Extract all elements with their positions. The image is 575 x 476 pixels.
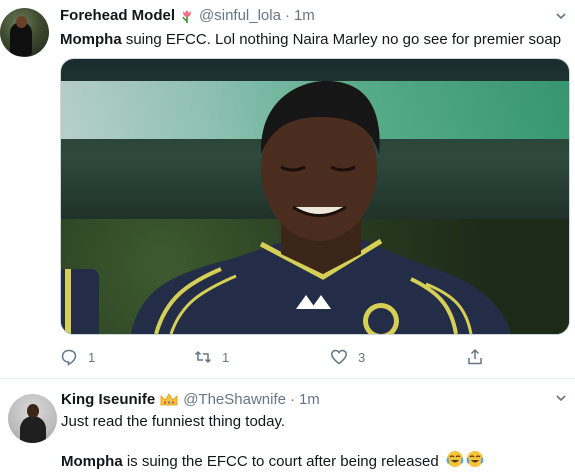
tulip-emoji-icon <box>179 8 195 24</box>
tweet-media-photo[interactable] <box>60 58 570 335</box>
crown-emoji-icon <box>159 392 179 408</box>
mention-word: Mompha <box>61 452 123 470</box>
tweet-text-rest: suing EFCC. Lol nothing Naira Marley no … <box>121 31 562 48</box>
tweet[interactable]: King Iseunife @TheShawnife · 1m Just rea… <box>0 379 575 476</box>
share-button[interactable] <box>466 348 484 366</box>
chevron-down-icon[interactable] <box>555 10 567 25</box>
separator-dot: · <box>284 7 290 24</box>
avatar-face <box>27 404 39 418</box>
avatar[interactable] <box>8 394 57 443</box>
user-handle[interactable]: @sinful_lola <box>199 7 281 24</box>
tweet-text: Mompha suing EFCC. Lol nothing Naira Mar… <box>60 30 561 50</box>
avatar[interactable] <box>0 8 49 57</box>
reply-icon <box>61 349 77 366</box>
tweet-header: King Iseunife @TheShawnife · 1m <box>61 391 320 408</box>
tears-of-joy-icon <box>446 451 484 467</box>
user-handle[interactable]: @TheShawnife <box>183 391 286 408</box>
display-name[interactable]: Forehead Model <box>60 7 175 24</box>
display-name[interactable]: King Iseunife <box>61 391 155 408</box>
like-count: 3 <box>358 349 366 365</box>
retweet-icon <box>194 350 212 364</box>
avatar-figure <box>20 416 46 443</box>
reply-count: 1 <box>88 349 96 365</box>
separator-dot: · <box>289 391 295 408</box>
heart-icon <box>331 349 347 365</box>
chevron-down-icon[interactable] <box>555 392 567 407</box>
timestamp[interactable]: 1m <box>299 391 320 408</box>
reply-button[interactable]: 1 <box>60 348 95 366</box>
timestamp[interactable]: 1m <box>294 7 315 24</box>
tweet-text-rest: is suing the EFCC to court after being r… <box>122 452 439 470</box>
like-button[interactable]: 3 <box>330 348 365 366</box>
share-icon <box>468 348 482 365</box>
tweet-text-line: Just read the funniest thing today. <box>61 413 286 430</box>
avatar-face <box>16 16 27 28</box>
laughing-emojis <box>446 450 486 474</box>
tweet[interactable]: Forehead Model @sinful_lola · 1m Mompha … <box>0 0 575 379</box>
mention-word: Mompha <box>60 31 122 48</box>
footballer-figure <box>131 80 511 334</box>
tweet-header: Forehead Model @sinful_lola · 1m <box>60 7 315 24</box>
tweet-text-line: Mompha is suing the EFCC to court after … <box>61 450 486 474</box>
retweet-count: 1 <box>222 349 230 365</box>
retweet-button[interactable]: 1 <box>194 348 229 366</box>
tweet-actions: 1 1 3 <box>0 348 575 370</box>
